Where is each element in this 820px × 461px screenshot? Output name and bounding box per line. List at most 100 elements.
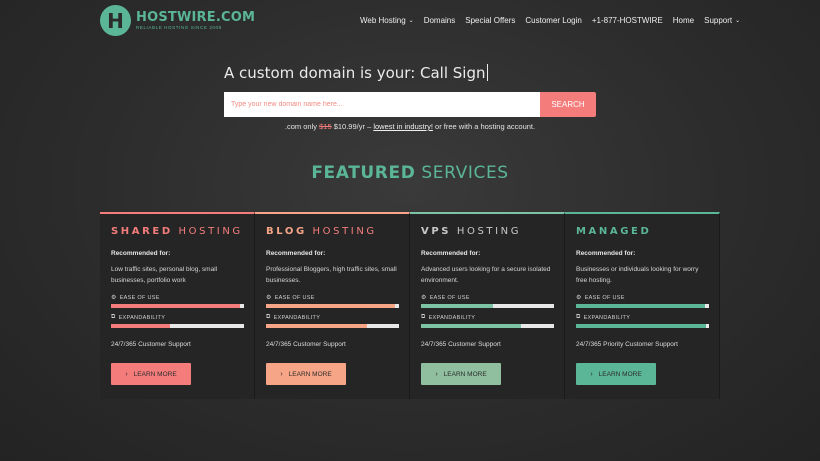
service-card-vps: VPS HOSTING Recommended for: Advanced us… (410, 212, 565, 399)
site-logo[interactable]: H HOSTWIRE.COM RELIABLE HOSTING SINCE 20… (100, 5, 255, 36)
service-card-managed: MANAGED Recommended for: Businesses or i… (565, 212, 720, 399)
support-text: 24/7/365 Customer Support (266, 341, 346, 348)
expandability-meter (266, 324, 399, 328)
card-title-rest: HOSTING (306, 226, 377, 237)
learn-more-button[interactable]: › LEARN MORE (421, 363, 501, 385)
chevron-right-icon: › (125, 370, 128, 378)
support-text: 24/7/365 Priority Customer Support (576, 341, 678, 348)
chevron-right-icon: › (435, 370, 438, 378)
expand-icon: ⧉ (421, 314, 426, 320)
gear-icon: ⚙ (266, 295, 272, 301)
gear-icon: ⚙ (111, 295, 117, 301)
expand-label-text: EXPANDABILITY (118, 314, 166, 321)
main-nav: Web Hosting ⌄ Domains Special Offers Cus… (360, 16, 750, 25)
chevron-down-icon: ⌄ (735, 18, 741, 24)
learn-more-label: LEARN MORE (288, 370, 332, 378)
ease-of-use-meter (576, 304, 709, 308)
card-title-bold: SHARED (111, 226, 173, 237)
expand-icon: ⧉ (266, 314, 271, 320)
recommended-text: Low traffic sites, personal blog, small … (111, 266, 218, 284)
nav-web-hosting[interactable]: Web Hosting ⌄ (360, 16, 414, 25)
nav-special-offers[interactable]: Special Offers (465, 16, 515, 25)
featured-bold: FEATURED (311, 163, 416, 183)
ease-of-use-label: ⚙ EASE OF USE (266, 294, 398, 302)
search-button[interactable]: SEARCH (540, 92, 596, 117)
ease-of-use-label: ⚙ EASE OF USE (421, 294, 553, 302)
learn-more-label: LEARN MORE (133, 370, 177, 378)
service-card-blog: BLOG HOSTING Recommended for: Profession… (255, 212, 410, 399)
gear-icon: ⚙ (421, 295, 427, 301)
expandability-meter (576, 324, 709, 328)
ease-of-use-fill (421, 304, 493, 308)
expandability-label: ⧉ EXPANDABILITY (421, 314, 553, 321)
ease-of-use-meter (266, 304, 399, 308)
card-title-bold: VPS (421, 226, 452, 237)
recommended-text: Businesses or individuals looking for wo… (576, 266, 699, 284)
card-title-bold: BLOG (266, 226, 307, 237)
recommended-text: Advanced users looking for a secure isol… (421, 266, 551, 284)
logo-wordmark: HOSTWIRE.COM RELIABLE HOSTING SINCE 2009 (136, 11, 255, 31)
card-title-bold: MANAGED (576, 226, 652, 237)
learn-more-button[interactable]: › LEARN MORE (111, 363, 191, 385)
nav-label: Special Offers (465, 16, 516, 25)
card-title: MANAGED (576, 226, 708, 237)
nav-label: Customer Login (525, 16, 582, 25)
expandability-fill (421, 324, 521, 328)
expandability-fill (111, 324, 170, 328)
logo-letter: H (107, 8, 124, 33)
logo-name: HOSTWIRE.COM (136, 9, 256, 25)
learn-more-label: LEARN MORE (443, 370, 487, 378)
learn-more-button[interactable]: › LEARN MORE (576, 363, 656, 385)
ease-label-text: EASE OF USE (429, 294, 470, 301)
nav-label: Support (704, 16, 733, 25)
expand-label-text: EXPANDABILITY (583, 314, 631, 321)
nav-customer-login[interactable]: Customer Login (525, 16, 581, 25)
recommended-text: Professional Bloggers, high traffic site… (266, 266, 397, 284)
expandability-label: ⧉ EXPANDABILITY (576, 314, 708, 321)
expandability-label: ⧉ EXPANDABILITY (111, 314, 243, 321)
expandability-fill (576, 324, 707, 328)
card-title: VPS HOSTING (421, 226, 553, 237)
expandability-label: ⧉ EXPANDABILITY (266, 314, 398, 321)
ease-label-text: EASE OF USE (119, 294, 160, 301)
nav-phone[interactable]: +1-877-HOSTWIRE (592, 16, 663, 25)
nav-domains[interactable]: Domains (424, 16, 456, 25)
domain-search-input[interactable] (224, 92, 540, 117)
recommended-label: Recommended for: (576, 250, 636, 257)
price-prefix: .com only (284, 122, 320, 131)
support-text: 24/7/365 Customer Support (421, 341, 501, 348)
nav-label: Domains (423, 16, 456, 25)
ease-label-text: EASE OF USE (274, 294, 315, 301)
ease-of-use-fill (576, 304, 705, 308)
logo-tagline: RELIABLE HOSTING SINCE 2009 (136, 24, 222, 30)
expand-label-text: EXPANDABILITY (428, 314, 476, 321)
learn-more-label: LEARN MORE (598, 370, 642, 378)
chevron-right-icon: › (590, 370, 593, 378)
service-cards: SHARED HOSTING Recommended for: Low traf… (100, 212, 720, 399)
hero-headline: A custom domain is your: Call Sign (224, 64, 488, 82)
nav-home[interactable]: Home (673, 16, 694, 25)
nav-label: Home (672, 16, 695, 25)
domain-search-form: SEARCH (224, 92, 596, 117)
ease-of-use-meter (111, 304, 244, 308)
price-suffix: or free with a hosting account. (432, 122, 536, 131)
headline-text: A custom domain is your: Call Sign (224, 64, 486, 82)
expandability-fill (266, 324, 368, 328)
text-cursor (486, 64, 488, 81)
support-text: 24/7/365 Customer Support (111, 341, 191, 348)
ease-of-use-meter (421, 304, 554, 308)
price-old: $15 (319, 122, 332, 131)
card-title-rest: HOSTING (172, 226, 243, 237)
featured-rest: SERVICES (415, 163, 509, 183)
expandability-meter (111, 324, 244, 328)
recommended-label: Recommended for: (421, 250, 481, 257)
ease-label-text: EASE OF USE (584, 294, 625, 301)
lowest-price-link[interactable]: lowest in industry! (373, 122, 433, 131)
logo-badge: H (100, 5, 131, 36)
expandability-meter (421, 324, 554, 328)
ease-of-use-fill (266, 304, 395, 308)
card-title-rest: HOSTING (451, 226, 522, 237)
gear-icon: ⚙ (576, 295, 582, 301)
learn-more-button[interactable]: › LEARN MORE (266, 363, 346, 385)
nav-support[interactable]: Support ⌄ (704, 16, 740, 25)
